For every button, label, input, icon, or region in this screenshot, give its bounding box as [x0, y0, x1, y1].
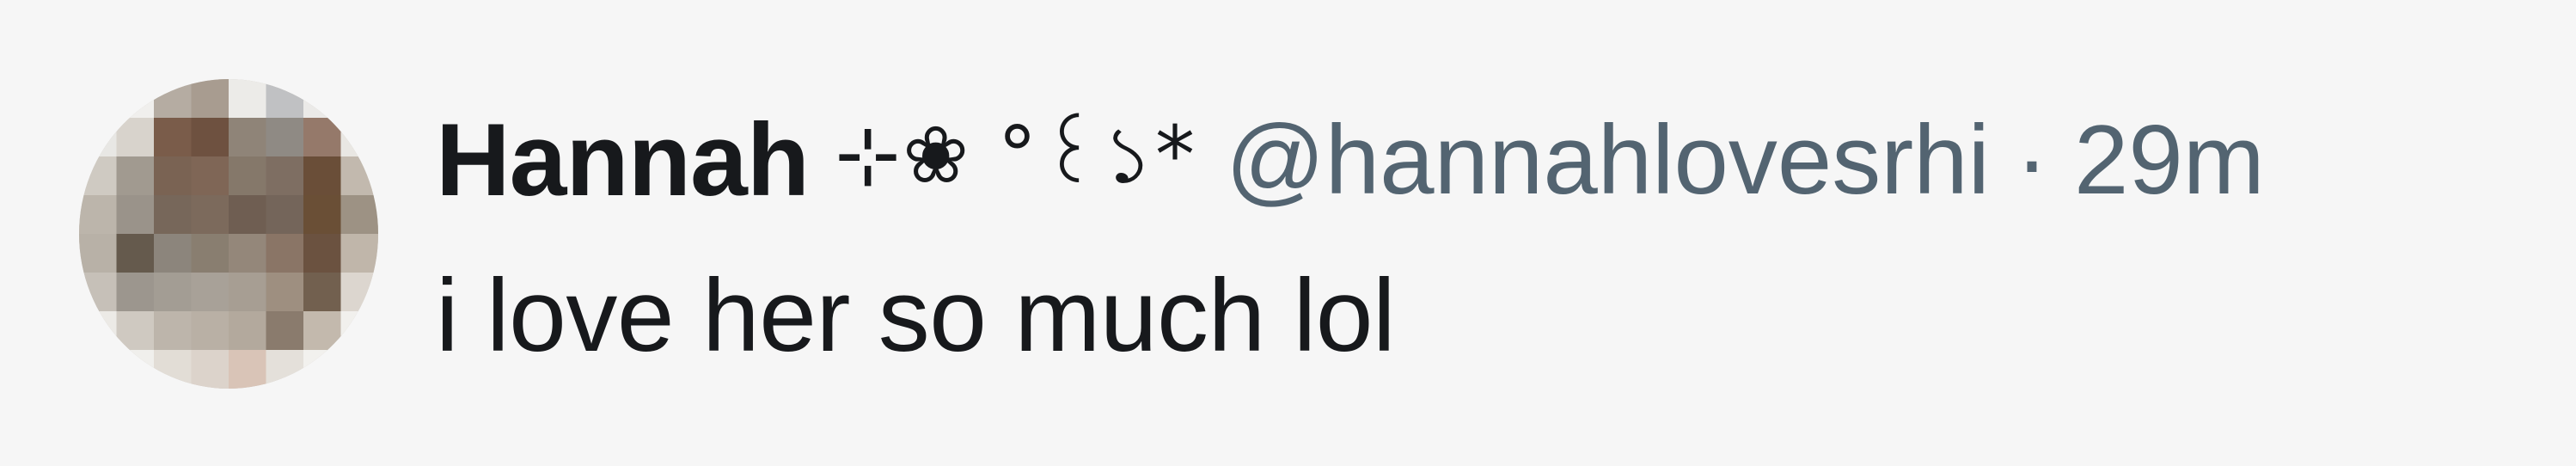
avatar-pixel [191, 118, 229, 157]
tweet-header: Hannah ⊹❀ °꒰১* @hannahlovesrhi · 29m [436, 96, 2265, 224]
avatar-pixel [303, 234, 342, 273]
avatar-pixel [79, 273, 118, 312]
avatar-pixel [116, 273, 155, 312]
avatar-pixelated-image [79, 79, 378, 389]
avatar[interactable] [79, 79, 378, 389]
avatar-pixel [116, 234, 155, 273]
avatar-pixel [79, 118, 118, 157]
avatar-pixel [79, 350, 118, 389]
avatar-pixel [229, 195, 267, 235]
avatar-pixel [266, 350, 304, 389]
avatar-pixel [191, 350, 229, 389]
avatar-pixel [229, 311, 267, 351]
avatar-pixel [191, 234, 229, 273]
avatar-pixel [154, 273, 193, 312]
avatar-pixel [229, 350, 267, 389]
avatar-pixel [79, 156, 118, 196]
avatar-pixel [116, 156, 155, 196]
author-display-name[interactable]: Hannah [436, 101, 810, 219]
avatar-pixel [79, 234, 118, 273]
avatar-pixel [266, 118, 304, 157]
avatar-pixel [154, 195, 193, 235]
avatar-pixel [154, 311, 193, 351]
avatar-pixel [116, 195, 155, 235]
avatar-pixel [303, 118, 342, 157]
avatar-pixel [340, 156, 378, 196]
avatar-pixel [340, 118, 378, 157]
avatar-pixel [266, 234, 304, 273]
avatar-pixel [229, 118, 267, 157]
avatar-pixel [266, 79, 304, 119]
avatar-pixel [303, 195, 342, 235]
author-handle[interactable]: @hannahlovesrhi [1226, 104, 1990, 217]
avatar-pixel [191, 79, 229, 119]
avatar-pixel [340, 273, 378, 312]
avatar-pixel [340, 311, 378, 351]
avatar-pixel [229, 234, 267, 273]
avatar-pixel [229, 156, 267, 196]
avatar-pixel [116, 311, 155, 351]
avatar-pixel [79, 195, 118, 235]
avatar-pixel [340, 195, 378, 235]
avatar-pixel [266, 273, 304, 312]
tweet-timestamp[interactable]: 29m [2074, 104, 2265, 217]
avatar-pixel [191, 273, 229, 312]
avatar-pixel [340, 234, 378, 273]
avatar-pixel [266, 311, 304, 351]
avatar-pixel [116, 350, 155, 389]
avatar-pixel [191, 195, 229, 235]
avatar-pixel [266, 195, 304, 235]
avatar-pixel [154, 79, 193, 119]
avatar-pixel [266, 156, 304, 196]
avatar-pixel [340, 350, 378, 389]
avatar-pixel [79, 79, 118, 119]
author-name-decoration: ⊹❀ °꒰১* [835, 109, 1197, 201]
avatar-pixel [303, 79, 342, 119]
avatar-pixel [154, 350, 193, 389]
avatar-pixel [116, 79, 155, 119]
avatar-pixel [229, 79, 267, 119]
avatar-pixel [229, 273, 267, 312]
avatar-pixel [303, 350, 342, 389]
avatar-pixel [303, 273, 342, 312]
avatar-pixel [116, 118, 155, 157]
avatar-pixel [154, 234, 193, 273]
avatar-pixel [79, 311, 118, 351]
tweet[interactable]: Hannah ⊹❀ °꒰১* @hannahlovesrhi · 29m i l… [0, 0, 2576, 466]
avatar-pixel [340, 79, 378, 119]
avatar-pixel [303, 311, 342, 351]
avatar-pixel [191, 156, 229, 196]
avatar-pixel [191, 311, 229, 351]
avatar-pixel [154, 156, 193, 196]
header-separator: · [2016, 105, 2048, 215]
avatar-pixel [303, 156, 342, 196]
avatar-pixel [154, 118, 193, 157]
tweet-text: i love her so much lol [436, 258, 1396, 373]
